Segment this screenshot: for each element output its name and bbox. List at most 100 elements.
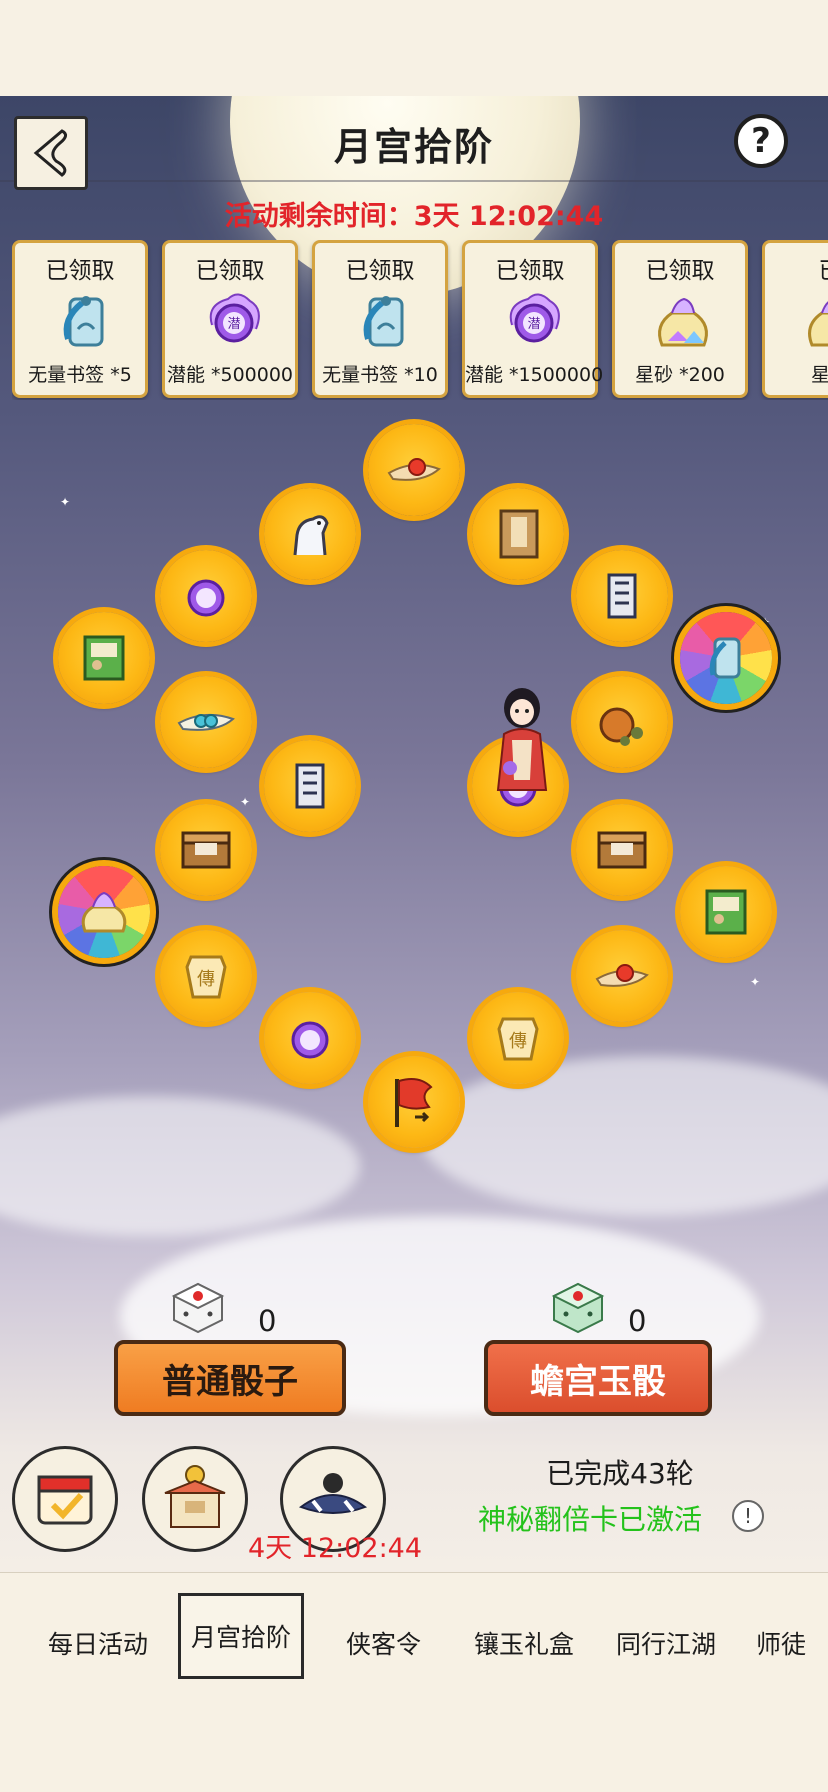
board-cell bbox=[576, 804, 668, 896]
tab-mentorship[interactable]: 师徒 bbox=[756, 1625, 806, 1661]
wine-gourd-icon bbox=[599, 707, 643, 746]
bookmark-icon bbox=[363, 296, 404, 347]
reward-name: 无量书签 *5 bbox=[28, 364, 132, 386]
flag-start-icon bbox=[395, 1078, 433, 1127]
double-card-status: 神秘翻倍卡已激活 bbox=[478, 1503, 703, 1536]
teal-pill-icon bbox=[177, 713, 235, 731]
svg-text:潜: 潜 bbox=[527, 317, 540, 332]
board-cell-start bbox=[368, 1056, 460, 1148]
tab-jade-giftbox[interactable]: 镶玉礼盒 bbox=[474, 1625, 574, 1661]
shop-timer: 4天 12:02:44 bbox=[248, 1533, 423, 1564]
board-cell bbox=[472, 488, 564, 580]
scroll-icon bbox=[295, 763, 325, 809]
reward-status: 已 bbox=[765, 251, 828, 285]
tab-daily-activity[interactable]: 每日活动 bbox=[48, 1625, 148, 1661]
board-cell: 傳 bbox=[160, 930, 252, 1022]
svg-text:傳: 傳 bbox=[509, 1031, 527, 1052]
general-store-icon bbox=[164, 1465, 226, 1528]
normal-dice-count: 0 bbox=[258, 1304, 277, 1338]
calendar-button[interactable] bbox=[12, 1446, 118, 1552]
svg-text:潜: 潜 bbox=[227, 317, 240, 332]
board-cell bbox=[264, 740, 356, 832]
milestone-rewards-row: 已领取 无量书签 *5 已领取 潜 潜能 *500000 已领取 无量书签 *1… bbox=[12, 240, 828, 400]
normal-dice-button[interactable]: 普通骰子 bbox=[114, 1340, 346, 1416]
calendar-check-icon bbox=[37, 1475, 93, 1525]
svg-text:傳: 傳 bbox=[197, 969, 215, 990]
event-timer: 活动剩余时间：3天 12:02:44 bbox=[224, 201, 604, 232]
reward-name: 星砂 *200 bbox=[635, 364, 725, 386]
reward-name: 星砂 bbox=[810, 364, 828, 386]
reward-name: 潜能 *1500000 bbox=[465, 364, 604, 386]
normal-dice-label: 普通骰子 bbox=[162, 1361, 298, 1402]
tab-moon-palace[interactable]: 月宫拾阶 bbox=[178, 1593, 305, 1679]
header-divider bbox=[0, 180, 828, 182]
star-sand-pouch-icon bbox=[658, 297, 708, 347]
chest-icon bbox=[181, 831, 231, 869]
manual-icon bbox=[705, 889, 747, 935]
token-icon: 傳 bbox=[185, 955, 227, 999]
white-dice-icon bbox=[171, 1282, 225, 1334]
reward-status: 已领取 bbox=[195, 258, 265, 284]
board-cell bbox=[264, 992, 356, 1084]
jade-dice-count: 0 bbox=[628, 1304, 647, 1338]
star-decoration: ✦ bbox=[750, 975, 761, 989]
board-cell bbox=[160, 676, 252, 768]
help-button[interactable]: ? bbox=[734, 114, 788, 168]
reward-card[interactable]: 已领取 潜 潜能 *1500000 bbox=[462, 240, 604, 398]
scroll-icon bbox=[607, 573, 637, 619]
reward-status: 已领取 bbox=[45, 258, 115, 284]
reward-card[interactable]: 已领取 无量书签 *5 bbox=[12, 240, 148, 398]
reward-name: 潜能 *500000 bbox=[166, 364, 294, 386]
book-icon bbox=[499, 509, 539, 559]
board-cell bbox=[368, 424, 460, 516]
potential-orb-icon bbox=[291, 1021, 329, 1059]
potential-orb-icon bbox=[187, 579, 225, 617]
cloud-decoration bbox=[0, 1096, 360, 1236]
board-cell bbox=[264, 488, 356, 580]
board-cell bbox=[680, 866, 772, 958]
reward-card[interactable]: 已 星砂 bbox=[762, 240, 828, 398]
reward-status: 已领取 bbox=[495, 258, 565, 284]
tab-hero-token[interactable]: 侠客令 bbox=[346, 1625, 421, 1661]
tab-travel-together[interactable]: 同行江湖 bbox=[616, 1625, 716, 1661]
board-cell: 傳 bbox=[472, 992, 564, 1084]
star-sand-pouch-icon bbox=[808, 301, 828, 347]
reward-card[interactable]: 已领取 无量书签 *10 bbox=[312, 240, 448, 398]
rounds-completed: 已完成43轮 bbox=[546, 1457, 694, 1490]
star-decoration: ✦ bbox=[760, 615, 771, 629]
bookmark-icon bbox=[63, 296, 104, 347]
bottom-tab-bar: 每日活动 月宫拾阶 侠客令 镶玉礼盒 同行江湖 师徒 bbox=[0, 1572, 828, 1792]
reward-card[interactable]: 已领取 潜 潜能 *500000 bbox=[162, 240, 298, 398]
board-cell bbox=[58, 612, 150, 704]
jade-dice-label: 蟾宫玉骰 bbox=[530, 1361, 666, 1402]
chest-icon bbox=[597, 831, 647, 869]
star-sand-wheel-icon bbox=[81, 891, 127, 933]
question-mark-icon: ? bbox=[751, 121, 771, 161]
white-horse-icon bbox=[293, 515, 329, 556]
board-cell-special bbox=[680, 612, 772, 704]
board-cell bbox=[576, 550, 668, 642]
potential-orb-icon: 潜 bbox=[509, 293, 560, 343]
star-decoration: ✦ bbox=[240, 795, 251, 809]
manual-icon bbox=[83, 635, 125, 681]
board-cell bbox=[160, 804, 252, 896]
token-icon: 傳 bbox=[497, 1017, 539, 1061]
status-bar-area bbox=[0, 0, 828, 96]
board-cell bbox=[576, 676, 668, 768]
potential-orb-icon: 潜 bbox=[209, 293, 260, 343]
star-decoration: ✦ bbox=[60, 495, 71, 509]
reward-name: 无量书签 *10 bbox=[322, 364, 438, 386]
reward-status: 已领取 bbox=[345, 258, 415, 284]
page-title: 月宫拾阶 bbox=[333, 125, 494, 169]
jade-dice-button[interactable]: 蟾宫玉骰 bbox=[484, 1340, 712, 1416]
info-icon[interactable]: ! bbox=[732, 1500, 764, 1532]
board-cell bbox=[576, 930, 668, 1022]
reward-status: 已领取 bbox=[645, 258, 715, 284]
board-cell bbox=[160, 550, 252, 642]
reward-card[interactable]: 已领取 星砂 *200 bbox=[612, 240, 748, 398]
bookmark-wheel-icon bbox=[709, 637, 741, 679]
shop-button[interactable] bbox=[142, 1446, 248, 1552]
red-pill-icon bbox=[387, 458, 441, 481]
red-pill-icon bbox=[595, 964, 649, 987]
jade-dice-icon bbox=[551, 1282, 605, 1334]
